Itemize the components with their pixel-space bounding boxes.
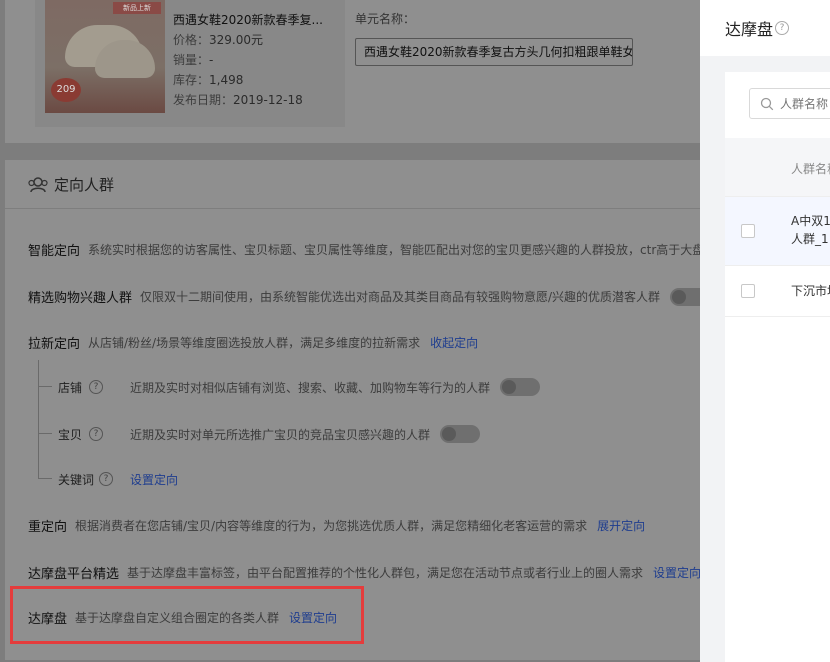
section-header: 定向人群 bbox=[28, 174, 114, 195]
option-dmp-platform: 达摩盘平台精选 基于达摩盘丰富标签，由平台配置推荐的个性化人群包，满足您在活动节… bbox=[28, 563, 700, 582]
row-checkbox[interactable] bbox=[741, 284, 755, 298]
row-checkbox[interactable] bbox=[741, 224, 755, 238]
collapse-targeting-link[interactable]: 收起定向 bbox=[430, 334, 478, 351]
table-row[interactable]: 下沉市场 bbox=[725, 266, 830, 317]
search-icon bbox=[760, 97, 774, 110]
product-price: 329.00元 bbox=[209, 33, 264, 47]
help-icon[interactable]: ? bbox=[89, 380, 103, 394]
tree-line bbox=[38, 433, 52, 434]
targeting-card bbox=[5, 160, 700, 660]
expand-targeting-link[interactable]: 展开定向 bbox=[597, 517, 645, 534]
product-stock: 1,498 bbox=[209, 73, 244, 87]
sub-option-desc: 近期及实时对单元所选推广宝贝的竞品宝贝感兴趣的人群 bbox=[130, 427, 431, 442]
column-header-crowd-name[interactable]: 人群名称 bbox=[791, 160, 830, 177]
sub-option-name: 宝贝 bbox=[58, 427, 83, 442]
help-icon[interactable]: ? bbox=[99, 472, 113, 486]
sub-option-item: 宝贝 ? 近期及实时对单元所选推广宝贝的竞品宝贝感兴趣的人群 bbox=[58, 425, 498, 443]
drawer-body: 人群名称 A中双1 人群_1 下沉市场 bbox=[700, 56, 830, 662]
unit-name-label: 单元名称： bbox=[355, 12, 416, 26]
option-name: 重定向 bbox=[28, 520, 68, 535]
product-date: 2019-12-18 bbox=[233, 93, 303, 107]
image-price-badge: 209 bbox=[51, 78, 81, 102]
crowd-name: 下沉市场 bbox=[791, 284, 830, 298]
sub-option-name: 关键词 bbox=[58, 472, 95, 487]
table-header: 人群名称 bbox=[725, 138, 830, 197]
option-name: 拉新定向 bbox=[28, 337, 81, 352]
sub-option-name: 店铺 bbox=[58, 380, 83, 395]
crowd-name: A中双1 bbox=[791, 214, 830, 228]
option-name: 精选购物兴趣人群 bbox=[28, 291, 133, 306]
crowd-search-input[interactable] bbox=[780, 96, 830, 111]
tree-line bbox=[38, 478, 52, 479]
tree-line bbox=[38, 360, 39, 478]
product-title[interactable]: 西遇女鞋2020新款春季复... bbox=[173, 10, 323, 30]
drawer-content: 人群名称 A中双1 人群_1 下沉市场 bbox=[725, 72, 830, 662]
sub-option-shop: 店铺 ? 近期及实时对相似店铺有浏览、搜索、收藏、加购物车等行为的人群 bbox=[58, 378, 558, 396]
sub-option-keyword: 关键词 ? 设置定向 bbox=[58, 470, 258, 488]
help-icon[interactable]: ? bbox=[775, 21, 790, 35]
product-price-row: 价格：329.00元 bbox=[173, 33, 264, 47]
section-title: 定向人群 bbox=[54, 176, 115, 194]
product-sales: - bbox=[209, 53, 214, 67]
product-image: 新品上新 209 bbox=[45, 0, 165, 113]
highlight-box bbox=[10, 586, 364, 644]
option-interest: 精选购物兴趣人群 仅限双十二期间使用，由系统智能优选出对商品及其类目商品有较强购… bbox=[28, 287, 700, 306]
platform-set-targeting-link[interactable]: 设置定向 bbox=[653, 564, 700, 581]
option-retarget: 重定向 根据消费者在您店铺/宝贝/内容等维度的行为，为您挑选优质人群，满足您精细… bbox=[28, 516, 645, 535]
main-content: 新品上新 209 西遇女鞋2020新款春季复... 价格：329.00元 销量：… bbox=[0, 0, 700, 662]
drawer-title: 达摩盘 ? bbox=[725, 16, 790, 40]
crowd-name: 人群_1 bbox=[791, 232, 829, 246]
help-icon[interactable]: ? bbox=[89, 427, 103, 441]
option-name: 智能定向 bbox=[28, 244, 81, 259]
crowd-icon bbox=[28, 176, 48, 192]
tree-line bbox=[38, 386, 52, 387]
option-smart: 智能定向 系统实时根据您的访客属性、宝贝标题、宝贝属性等维度，智能匹配出对您的宝… bbox=[28, 240, 700, 259]
option-desc: 仅限双十二期间使用，由系统智能优选出对商品及其类目商品有较强购物意愿/兴趣的优质… bbox=[140, 290, 661, 304]
option-name: 达摩盘平台精选 bbox=[28, 567, 120, 582]
image-ribbon: 新品上新 bbox=[113, 2, 161, 14]
crowd-search-box[interactable] bbox=[749, 88, 830, 119]
dmp-drawer: 达摩盘 ? 人群名称 A中双1 人群_1 下沉市场 bbox=[700, 0, 830, 662]
sub-option-desc: 近期及实时对相似店铺有浏览、搜索、收藏、加购物车等行为的人群 bbox=[130, 380, 491, 395]
option-desc: 基于达摩盘丰富标签，由平台配置推荐的个性化人群包，满足您在活动节点或者行业上的圈… bbox=[127, 566, 644, 580]
section-divider bbox=[5, 208, 700, 209]
shop-toggle[interactable] bbox=[500, 378, 540, 396]
option-desc: 系统实时根据您的访客属性、宝贝标题、宝贝属性等维度，智能匹配出对您的宝贝更感兴趣… bbox=[88, 243, 700, 257]
item-toggle[interactable] bbox=[440, 425, 480, 443]
keyword-set-targeting-link[interactable]: 设置定向 bbox=[130, 471, 178, 488]
product-stock-row: 库存：1,498 bbox=[173, 73, 244, 87]
product-info: 西遇女鞋2020新款春季复... 价格：329.00元 销量：- 库存：1,49… bbox=[173, 10, 323, 110]
table-row[interactable]: A中双1 人群_1 bbox=[725, 197, 830, 266]
product-sales-row: 销量：- bbox=[173, 53, 214, 67]
option-desc: 从店铺/粉丝/场景等维度圈选投放人群，满足多维度的拉新需求 bbox=[88, 336, 421, 350]
option-desc: 根据消费者在您店铺/宝贝/内容等维度的行为，为您挑选优质人群，满足您精细化老客运… bbox=[75, 519, 588, 533]
unit-name-input[interactable]: 西遇女鞋2020新款春季复古方头几何扣粗跟单鞋女 bbox=[355, 38, 633, 66]
product-date-row: 发布日期：2019-12-18 bbox=[173, 93, 303, 107]
option-new: 拉新定向 从店铺/粉丝/场景等维度圈选投放人群，满足多维度的拉新需求 收起定向 bbox=[28, 333, 478, 352]
interest-toggle[interactable] bbox=[670, 287, 700, 306]
